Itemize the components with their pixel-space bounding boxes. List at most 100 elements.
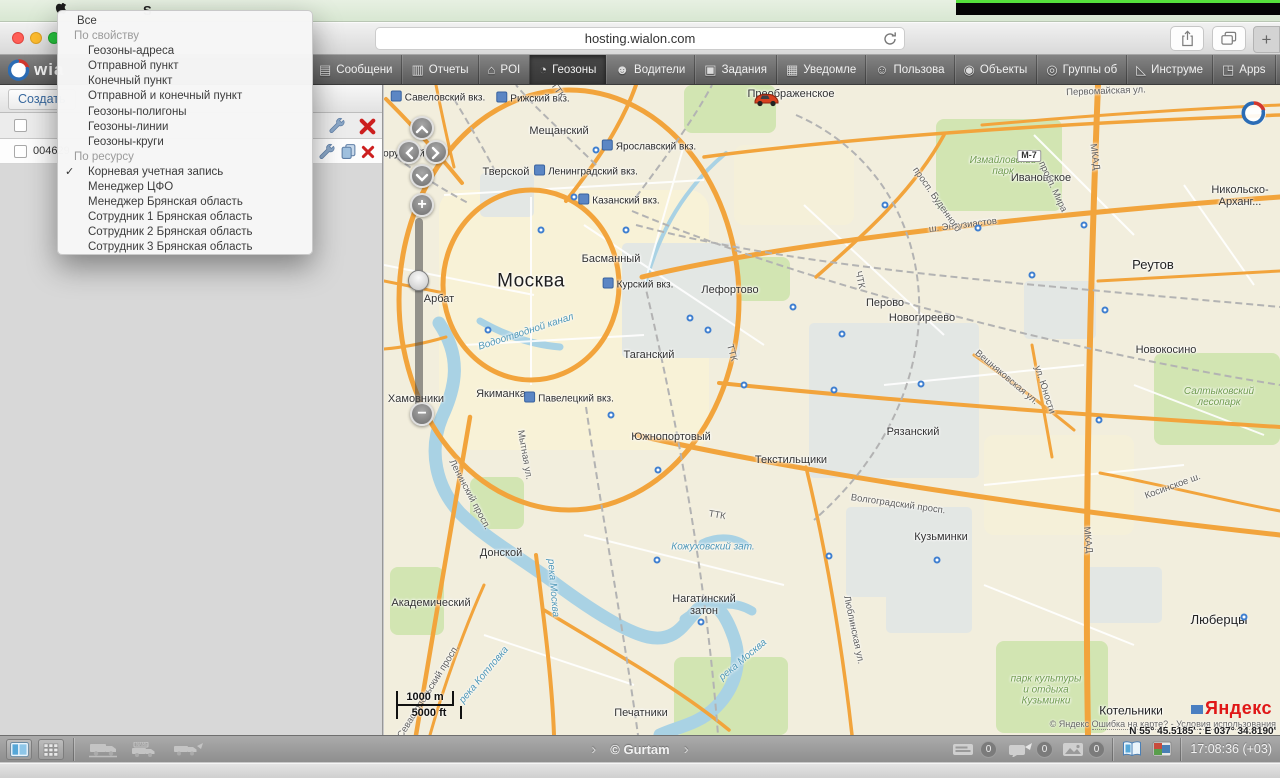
yandex-logo[interactable]: Яндекс (1191, 698, 1272, 719)
metro-station-dot (918, 381, 925, 388)
geofence-filter-dropdown: Все По свойству Геозоны-адреса Отправной… (57, 10, 313, 255)
dropdown-item[interactable]: Все (58, 14, 312, 29)
media-messages-icon[interactable] (1062, 742, 1086, 757)
select-all-checkbox[interactable] (14, 119, 27, 132)
metro-station-dot (655, 467, 662, 474)
dropdown-item-label: Сотрудник 2 Брянская область (88, 226, 252, 238)
reload-icon[interactable] (882, 31, 898, 47)
dropdown-item[interactable]: Сотрудник 2 Брянская область (58, 225, 312, 240)
geodata-map-icon[interactable] (1152, 741, 1172, 757)
tab-label: POI (500, 64, 520, 76)
toolbar-tab[interactable]: ▥ Отчеты (402, 55, 478, 84)
window-close-button[interactable] (12, 32, 24, 44)
dropdown-item[interactable]: ✓ Корневая учетная запись (58, 165, 312, 180)
tab-label: Пользова (894, 64, 945, 76)
zoom-slider-track[interactable] (415, 218, 423, 412)
dropdown-item[interactable]: По свойству (58, 29, 312, 44)
pan-right-button[interactable] (424, 140, 448, 164)
media-messages-count[interactable]: 0 (1088, 741, 1105, 758)
driver-messages-icon[interactable] (952, 742, 976, 757)
dropdown-item-label: Сотрудник 1 Брянская область (88, 211, 252, 223)
row-checkbox[interactable] (14, 145, 27, 158)
status-bar: NAME › © Gurtam › 0 0 0 (0, 735, 1280, 762)
delete-all-icon[interactable] (359, 118, 376, 135)
dropdown-item[interactable]: Геозоны-линии (58, 120, 312, 135)
toolbar-tab[interactable]: ◳ Apps (1213, 55, 1276, 84)
zoom-slider-handle[interactable] (408, 270, 429, 291)
dropdown-item[interactable]: Сотрудник 3 Брянская область (58, 240, 312, 255)
toolbar-tab[interactable]: ⌂ POI (479, 55, 531, 84)
collapse-right-chevron[interactable]: › (684, 741, 689, 758)
dropdown-item[interactable]: Отправной пункт (58, 59, 312, 74)
dropdown-item[interactable]: Менеджер ЦФО (58, 180, 312, 195)
toolbar-tab[interactable]: ☻ Водители (606, 55, 695, 84)
dropdown-item[interactable]: Менеджер Брянская область (58, 195, 312, 210)
new-tab-button[interactable]: + (1253, 26, 1280, 53)
edit-all-wrench-icon[interactable] (328, 117, 345, 134)
tab-icon: ☻ (615, 62, 629, 77)
dropdown-item[interactable]: Конечный пункт (58, 74, 312, 89)
wialon-watermark-icon (1241, 100, 1267, 126)
scale-imperial: 5000 ft (396, 706, 462, 719)
pan-left-button[interactable] (397, 140, 421, 164)
tab-icon: ▤ (319, 62, 331, 78)
edit-wrench-icon[interactable] (318, 143, 335, 160)
map-base-layer (384, 85, 1280, 735)
dropdown-item-label: Сотрудник 3 Брянская область (88, 241, 252, 253)
gurtam-copyright[interactable]: © Gurtam (610, 742, 669, 757)
tab-label: Группы об (1063, 64, 1118, 76)
pan-up-button[interactable] (410, 116, 434, 140)
vehicle-marker-icon[interactable] (752, 91, 780, 107)
toolbar-tab[interactable]: ◎ Группы об (1037, 55, 1127, 84)
zoom-out-button[interactable]: − (410, 402, 434, 426)
map-canvas[interactable]: МоскваМещанскийТверскойБасманныйАрбатХам… (384, 85, 1280, 735)
toolbar-tab-strip: ▤ Сообщени ▥ Отчеты ⌂ POI ◔ Геозоны (310, 55, 1280, 84)
toolbar-tab[interactable]: ◺ Инструме (1127, 55, 1213, 84)
tab-label: Отчеты (429, 64, 469, 76)
toolbar-tab[interactable]: ▤ Сообщени (310, 55, 402, 84)
wialon-logo-icon (8, 59, 30, 81)
dropdown-item-label: Геозоны-линии (88, 121, 168, 133)
url-text: hosting.wialon.com (585, 31, 696, 46)
tab-label: Apps (1239, 64, 1265, 76)
sms-messages-icon[interactable] (1008, 742, 1034, 757)
share-button[interactable] (1170, 26, 1204, 51)
toolbar-tab[interactable]: ◉ Объекты (955, 55, 1038, 84)
pan-down-button[interactable] (410, 164, 434, 188)
copy-icon[interactable] (340, 143, 357, 160)
dropdown-item[interactable]: Геозоны-полигоны (58, 105, 312, 120)
delete-icon[interactable] (361, 145, 375, 159)
tab-icon: ☺ (875, 62, 888, 77)
map-copyright: © Яндекс (1050, 719, 1089, 729)
dropdown-item-label: Все (77, 15, 97, 27)
toolbar-tab[interactable]: ▣ Задания (695, 55, 777, 84)
tabs-icon (1221, 31, 1237, 46)
metro-station-dot (1102, 307, 1109, 314)
toolbar-tab[interactable]: ◱ (1276, 55, 1280, 84)
tab-label: Уведомле (803, 64, 856, 76)
toolbar-tab[interactable]: ☺ Пользова (866, 55, 954, 84)
address-bar[interactable]: hosting.wialon.com (375, 27, 905, 50)
metro-station-dot (839, 331, 846, 338)
metro-station-dot (593, 147, 600, 154)
guide-book-icon[interactable] (1122, 741, 1142, 757)
dropdown-item[interactable]: По ресурсу (58, 150, 312, 165)
sms-messages-count[interactable]: 0 (1036, 741, 1053, 758)
toolbar-tab[interactable]: ▦ Уведомле (777, 55, 866, 84)
driver-messages-count[interactable]: 0 (980, 741, 997, 758)
dropdown-item[interactable]: Отправной и конечный пункт (58, 89, 312, 104)
window-bottom-edge (0, 763, 1280, 778)
dropdown-item-label: Геозоны-адреса (88, 45, 174, 57)
tab-overview-button[interactable] (1212, 26, 1246, 51)
dropdown-item[interactable]: Геозоны-адреса (58, 44, 312, 59)
dropdown-item[interactable]: Геозоны-круги (58, 135, 312, 150)
dropdown-item-label: Корневая учетная запись (88, 166, 223, 178)
zoom-in-button[interactable]: + (410, 193, 434, 217)
collapse-left-chevron[interactable]: › (591, 741, 596, 758)
dropdown-item[interactable]: Сотрудник 1 Брянская область (58, 210, 312, 225)
clock: 17:08:36 (+03) (1190, 742, 1272, 756)
toolbar-tab[interactable]: ◔ Геозоны (530, 55, 606, 84)
separator (1180, 738, 1181, 761)
cursor-coordinates: N 55° 45.5185' : E 037° 34.8190' (1129, 726, 1276, 735)
window-minimize-button[interactable] (30, 32, 42, 44)
